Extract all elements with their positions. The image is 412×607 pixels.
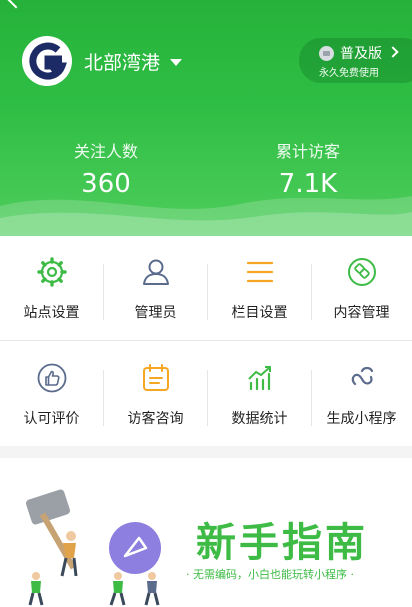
menu-item-data-statistics[interactable]: 数据统计 — [208, 342, 311, 446]
stat-followers: 关注人数 360 — [6, 138, 206, 199]
menu-item-reviews[interactable]: 认可评价 — [0, 342, 103, 446]
stat-label: 累计访客 — [275, 142, 340, 161]
chevron-right-icon — [387, 46, 399, 58]
content-icon — [348, 258, 376, 286]
menu-item-label: 数据统计 — [231, 411, 288, 427]
menu-item-label: 站点设置 — [23, 305, 80, 321]
version-icon — [319, 45, 334, 61]
stat-label: 关注人数 — [73, 142, 138, 161]
menu-item-label: 生成小程序 — [326, 411, 397, 427]
menu-item-label: 内容管理 — [333, 305, 390, 321]
menu-item-admin[interactable]: 管理员 — [104, 236, 207, 340]
chart-icon — [248, 366, 271, 391]
menu-item-generate-mini-program[interactable]: 生成小程序 — [310, 342, 412, 446]
row-divider — [0, 340, 412, 341]
menu-item-visitor-inquiry[interactable]: 访客咨询 — [104, 342, 207, 446]
user-icon — [143, 259, 169, 285]
header: 北部湾港 普及版 永久免费使用 关注人数 360 累计访客 7.1K — [0, 0, 412, 236]
guide-subtitle: · 无需编码，小白也能玩转小程序 · — [186, 568, 354, 581]
site-logo — [22, 36, 72, 86]
version-subtitle: 永久免费使用 — [319, 68, 379, 79]
list-icon — [246, 261, 274, 283]
stat-visitors: 累计访客 7.1K — [208, 138, 408, 199]
menu-item-label: 认可评价 — [23, 411, 80, 427]
thumbs-up-icon — [37, 363, 67, 393]
guide-banner[interactable]: 新手指南 · 无需编码，小白也能玩转小程序 · — [0, 458, 412, 607]
menu-item-site-settings[interactable]: 站点设置 — [0, 236, 103, 340]
site-switcher[interactable]: 北部湾港 — [84, 48, 183, 75]
link-icon — [351, 366, 374, 386]
gear-icon — [37, 257, 67, 287]
stat-value: 7.1K — [278, 169, 338, 199]
menu-item-content-management[interactable]: 内容管理 — [310, 236, 412, 340]
stat-value: 360 — [81, 169, 131, 199]
menu-grid: 站点设置 管理员 栏目设置 内容管理 认可评价 访客咨询 数据统计 生成小程序 — [0, 236, 412, 446]
calendar-icon — [143, 364, 169, 391]
version-name: 普及版 — [340, 46, 382, 62]
site-name: 北部湾港 — [84, 52, 161, 74]
back-icon[interactable] — [7, 0, 25, 9]
guide-illustration — [26, 489, 161, 606]
site-logo-icon — [29, 42, 67, 80]
menu-item-label: 管理员 — [134, 305, 177, 321]
guide-title: 新手指南 — [196, 519, 368, 566]
menu-item-column-settings[interactable]: 栏目设置 — [208, 236, 311, 340]
menu-item-label: 访客咨询 — [127, 411, 184, 427]
version-badge[interactable]: 普及版 永久免费使用 — [299, 38, 412, 83]
caret-down-icon — [170, 59, 183, 66]
menu-item-label: 栏目设置 — [231, 305, 288, 321]
